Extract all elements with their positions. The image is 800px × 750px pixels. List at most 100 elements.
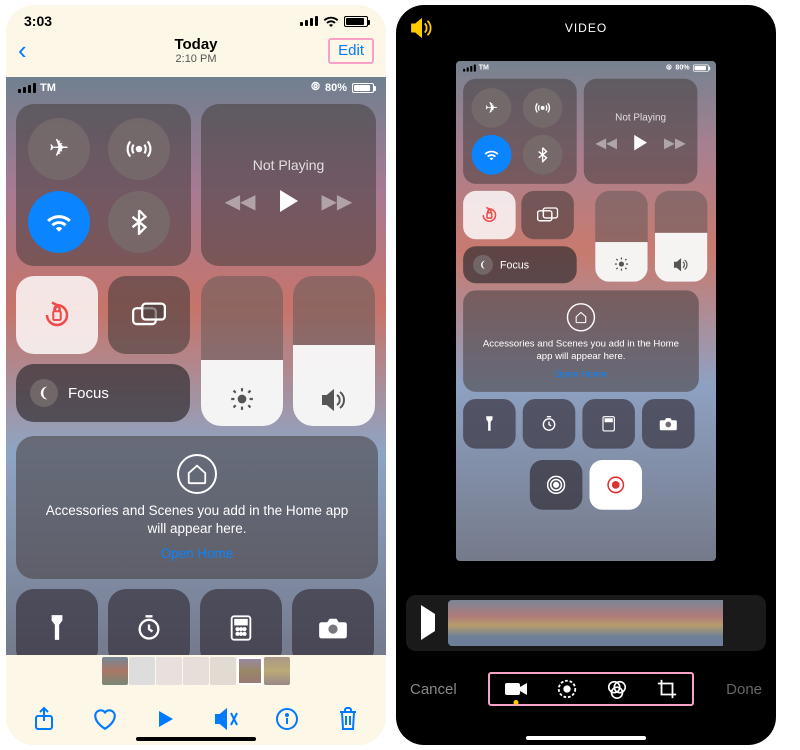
- prev-track-icon[interactable]: ◀◀: [225, 189, 256, 214]
- thumbnail-strip[interactable]: [6, 657, 386, 687]
- flashlight-button: [463, 399, 516, 449]
- mute-button[interactable]: [211, 704, 241, 734]
- timeline-play-button[interactable]: [414, 614, 442, 632]
- not-playing-label: Not Playing: [253, 157, 325, 173]
- bluetooth-button[interactable]: [108, 191, 170, 253]
- video-edit-screen: VIDEO TM ⦾ 80% ✈: [396, 5, 776, 745]
- favorite-button[interactable]: [90, 704, 120, 734]
- thumb[interactable]: [156, 657, 182, 685]
- home-panel: Accessories and Scenes you add in the Ho…: [463, 290, 699, 392]
- cc-status-bar: TM ⦾ 80%: [6, 77, 386, 98]
- status-icons: [300, 15, 368, 27]
- photos-app-screen: 3:03 ‹ Today 2:10 PM Edit TM ⦾ 80%: [6, 5, 386, 745]
- next-track-icon[interactable]: ▶▶: [322, 189, 353, 214]
- cellular-data-button: [523, 88, 563, 128]
- moon-icon: [30, 379, 58, 407]
- info-button[interactable]: [272, 704, 302, 734]
- wifi-button: [472, 135, 512, 175]
- home-text: Accessories and Scenes you add in the Ho…: [479, 337, 683, 363]
- cc-carrier: TM: [40, 82, 56, 94]
- focus-button: Focus: [463, 246, 577, 283]
- thumb[interactable]: [183, 657, 209, 685]
- crop-tool-button[interactable]: [656, 678, 678, 700]
- cc-status-bar: TM ⦾ 80%: [456, 61, 716, 74]
- play-button[interactable]: [151, 704, 181, 734]
- back-button[interactable]: ‹: [18, 35, 27, 66]
- wifi-icon: [323, 15, 339, 27]
- screen-mirroring-button: [521, 191, 574, 239]
- screen-record-button: [589, 460, 642, 510]
- home-icon: [567, 303, 595, 331]
- focus-label: Focus: [500, 259, 529, 271]
- open-home-link[interactable]: Open Home: [161, 546, 234, 561]
- connectivity-panel: ✈: [463, 79, 577, 184]
- clock: 3:03: [24, 13, 52, 29]
- screen-mirroring-button[interactable]: [108, 276, 190, 354]
- thumb[interactable]: [264, 657, 290, 685]
- home-panel[interactable]: Accessories and Scenes you add in the Ho…: [16, 436, 378, 579]
- music-panel[interactable]: Not Playing ◀◀ ▶▶: [201, 104, 376, 266]
- calculator-button: [582, 399, 635, 449]
- open-home-link: Open Home: [555, 369, 607, 380]
- delete-button[interactable]: [333, 704, 363, 734]
- header-label: VIDEO: [565, 21, 607, 35]
- bluetooth-button: [523, 135, 563, 175]
- focus-button[interactable]: Focus: [16, 364, 190, 422]
- volume-slider[interactable]: [293, 276, 375, 426]
- speaker-icon: [320, 388, 348, 412]
- thumb-selected[interactable]: [237, 657, 263, 685]
- brightness-slider[interactable]: [201, 276, 283, 426]
- video-trim-timeline[interactable]: [406, 595, 766, 651]
- moon-icon: [473, 255, 493, 275]
- thumb[interactable]: [102, 657, 128, 685]
- prev-track-icon: ◀◀: [595, 134, 617, 152]
- cellular-data-button[interactable]: [108, 118, 170, 180]
- not-playing-label: Not Playing: [615, 111, 666, 122]
- orientation-lock-button[interactable]: [16, 276, 98, 354]
- cc-battery-percent: 80%: [675, 64, 689, 72]
- brightness-slider: [595, 191, 648, 282]
- cc-battery-percent: 80%: [325, 82, 347, 94]
- timer-button[interactable]: [108, 589, 190, 655]
- volume-button[interactable]: [410, 18, 434, 38]
- thumb[interactable]: [129, 657, 155, 685]
- share-button[interactable]: [29, 704, 59, 734]
- video-tool-button[interactable]: [504, 680, 528, 698]
- sun-icon: [229, 386, 255, 412]
- camera-button[interactable]: [292, 589, 374, 655]
- edit-button[interactable]: Edit: [338, 42, 364, 59]
- camera-button: [642, 399, 695, 449]
- cc-signal-icon: [463, 64, 476, 71]
- calculator-button[interactable]: [200, 589, 282, 655]
- edit-header: VIDEO: [396, 5, 776, 51]
- thumb[interactable]: [210, 657, 236, 685]
- home-indicator[interactable]: [526, 736, 646, 740]
- cellular-signal-icon: [300, 16, 318, 26]
- video-preview-control-center[interactable]: TM ⦾ 80% ✈: [6, 77, 386, 655]
- lock-icon: ⦾: [666, 64, 672, 72]
- home-indicator[interactable]: [136, 737, 256, 741]
- edit-video-preview[interactable]: TM ⦾ 80% ✈ Not Playing ◀◀▶▶: [456, 61, 716, 561]
- airplane-mode-button[interactable]: ✈: [28, 118, 90, 180]
- wifi-button[interactable]: [28, 191, 90, 253]
- status-bar: 3:03: [6, 5, 386, 31]
- focus-label: Focus: [68, 385, 109, 402]
- filters-tool-button[interactable]: [606, 678, 628, 700]
- cc-signal-icon: [18, 83, 36, 93]
- timer-button: [523, 399, 576, 449]
- done-button[interactable]: Done: [726, 681, 762, 698]
- connectivity-panel: ✈: [16, 104, 191, 266]
- screen-mirroring-2-button: [530, 460, 583, 510]
- adjust-tool-button[interactable]: [556, 678, 578, 700]
- timeline-frames[interactable]: [448, 600, 758, 646]
- music-panel: Not Playing ◀◀▶▶: [584, 79, 698, 184]
- music-controls: ◀◀ ▶▶: [225, 189, 353, 214]
- cc-battery-icon: [693, 64, 709, 71]
- flashlight-button[interactable]: [16, 589, 98, 655]
- play-icon: [634, 135, 647, 151]
- battery-icon: [344, 16, 368, 27]
- home-text: Accessories and Scenes you add in the Ho…: [38, 502, 356, 538]
- cancel-button[interactable]: Cancel: [410, 681, 457, 698]
- nav-bar: ‹ Today 2:10 PM Edit: [6, 31, 386, 74]
- play-icon[interactable]: [280, 190, 298, 212]
